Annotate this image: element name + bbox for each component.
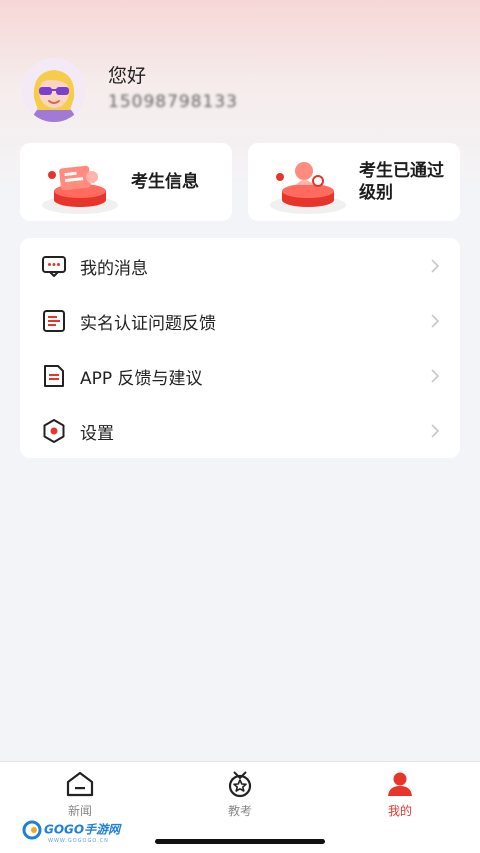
watermark-logo-icon [22,820,42,840]
avatar[interactable] [22,58,86,122]
medal-icon [228,771,252,798]
watermark-logo: GOGO手游网 WWW.GOGOGO.CN [22,820,121,844]
card-passed-levels[interactable]: 考生已通过级别 [248,143,460,221]
greeting-text: 您好 [108,65,147,87]
tab-news[interactable]: 新闻 [40,770,120,820]
watermark-subtext: WWW.GOGOGO.CN [48,838,109,844]
chevron-right-icon [431,259,440,273]
card-candidate-info[interactable]: 考生信息 [20,143,232,221]
profile-section[interactable]: 您好 15098798133 [22,58,462,122]
tab-label: 我的 [387,804,412,818]
menu-list: 我的消息 实名认证问题反馈 APP 反馈与建议 设置 [20,238,460,458]
menu-item-settings[interactable]: 设置 [20,403,460,458]
menu-item-label: 我的消息 [80,259,148,279]
document-list-icon [43,310,65,332]
card-label: 考生信息 [131,172,199,192]
tab-mine[interactable]: 我的 [360,770,440,820]
menu-item-label: 实名认证问题反馈 [80,314,216,334]
chevron-right-icon [431,424,440,438]
feedback-icon [44,365,64,387]
settings-icon [43,419,65,443]
watermark-text: GOGO手游网 [44,822,121,837]
menu-item-app-feedback[interactable]: APP 反馈与建议 [20,348,460,403]
id-card-icon [42,165,118,214]
menu-item-label: APP 反馈与建议 [80,369,203,389]
certificate-icon [270,162,346,214]
tab-label: 教考 [227,804,252,818]
phone-number: 15098798133 [108,92,238,112]
chevron-right-icon [431,314,440,328]
tab-label: 新闻 [67,804,92,818]
card-label: 考生已通过级别 [359,161,444,203]
menu-item-realname-feedback[interactable]: 实名认证问题反馈 [20,293,460,348]
home-indicator [155,839,325,844]
news-home-icon [66,771,94,797]
menu-item-messages[interactable]: 我的消息 [20,238,460,293]
chevron-right-icon [431,369,440,383]
message-icon [42,256,66,277]
menu-item-label: 设置 [80,424,114,444]
user-icon [388,772,412,796]
avatar-illustration-icon [22,58,86,122]
tab-teaching-exam[interactable]: 教考 [200,770,280,820]
